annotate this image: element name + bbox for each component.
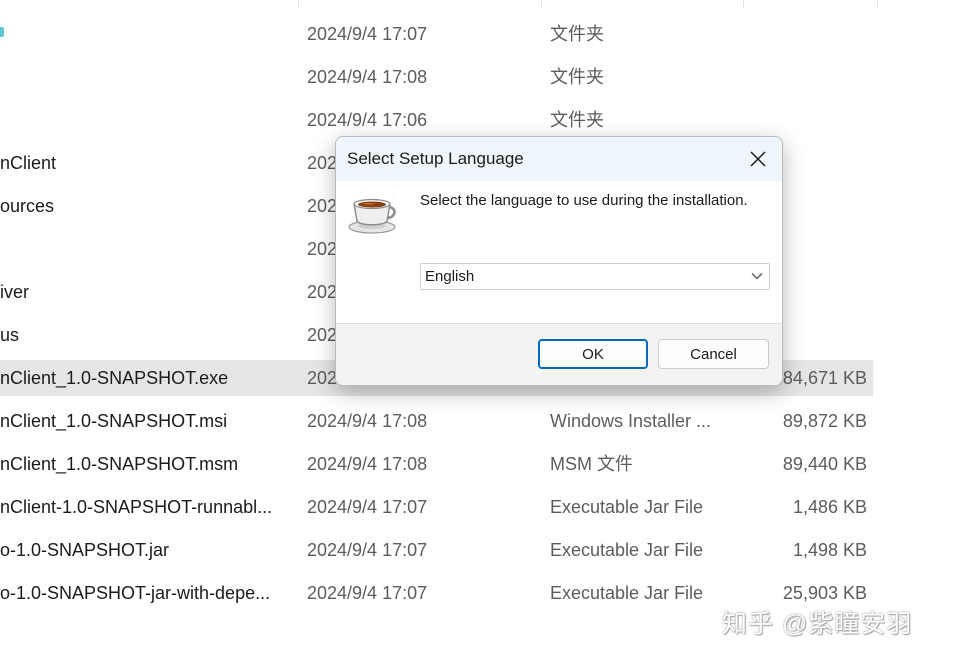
language-select-value: English: [425, 268, 475, 285]
file-type: MSM 文件: [550, 454, 633, 474]
file-name: us: [0, 325, 20, 345]
setup-teacup-icon: [348, 198, 396, 234]
select-setup-language-dialog: Select Setup Language Select the languag…: [335, 136, 783, 386]
file-name: nClient_1.0-SNAPSHOT.exe: [0, 368, 229, 388]
file-type: Executable Jar File: [550, 583, 704, 603]
file-row[interactable]: 2024/9/4 17:08 文件夹: [0, 59, 873, 95]
file-size: 84,671 KB: [782, 368, 867, 388]
dialog-title: Select Setup Language: [347, 149, 524, 168]
file-type: 文件夹: [550, 24, 604, 44]
file-size: 1,498 KB: [792, 540, 867, 560]
file-row[interactable]: 2024/9/4 17:06 文件夹: [0, 102, 873, 138]
file-date: 2024/9/4 17:07: [307, 583, 428, 603]
file-date: 202: [307, 196, 338, 216]
close-button[interactable]: [740, 141, 776, 177]
file-date: 2024/9/4 17:08: [307, 67, 428, 87]
ok-button[interactable]: OK: [538, 339, 648, 369]
file-date: 2024/9/4 17:07: [307, 497, 428, 517]
column-separator[interactable]: [298, 0, 299, 8]
chevron-down-icon: [751, 273, 763, 280]
file-type: Executable Jar File: [550, 497, 704, 517]
file-type: Executable Jar File: [550, 540, 704, 560]
column-separator[interactable]: [541, 0, 542, 8]
file-name: nClient: [0, 153, 57, 173]
file-date: 202: [307, 282, 338, 302]
file-row[interactable]: nClient_1.0-SNAPSHOT.msi 2024/9/4 17:08 …: [0, 403, 873, 439]
file-name: ources: [0, 196, 55, 216]
column-separator[interactable]: [877, 0, 878, 8]
file-type: Windows Installer ...: [550, 411, 712, 431]
file-name: nClient_1.0-SNAPSHOT.msm: [0, 454, 239, 474]
file-size: 89,440 KB: [782, 454, 867, 474]
file-date: 2024/9/4 17:08: [307, 454, 428, 474]
file-row[interactable]: 2024/9/4 17:07 文件夹: [0, 16, 873, 52]
file-row[interactable]: nClient-1.0-SNAPSHOT-runnabl... 2024/9/4…: [0, 489, 873, 525]
file-date: 202: [307, 325, 338, 345]
file-name: iver: [0, 282, 30, 302]
file-date: 202: [307, 239, 338, 259]
file-name: nClient_1.0-SNAPSHOT.msi: [0, 411, 228, 431]
file-name: o-1.0-SNAPSHOT-jar-with-depe...: [0, 583, 271, 603]
file-date: 202: [307, 153, 338, 173]
file-date: 2024/9/4 17:08: [307, 411, 428, 431]
file-type: 文件夹: [550, 67, 604, 87]
dialog-titlebar[interactable]: Select Setup Language: [336, 137, 782, 181]
language-select[interactable]: English: [420, 263, 770, 290]
file-date: 2024/9/4 17:07: [307, 540, 428, 560]
column-separator[interactable]: [743, 0, 744, 8]
close-icon: [750, 151, 766, 167]
file-row[interactable]: o-1.0-SNAPSHOT.jar 2024/9/4 17:07 Execut…: [0, 532, 873, 568]
file-name: o-1.0-SNAPSHOT.jar: [0, 540, 170, 560]
file-date: 2024/9/4 17:07: [307, 24, 428, 44]
file-row[interactable]: nClient_1.0-SNAPSHOT.msm 2024/9/4 17:08 …: [0, 446, 873, 482]
file-size: 89,872 KB: [782, 411, 867, 431]
file-type: 文件夹: [550, 110, 604, 130]
file-size: 1,486 KB: [792, 497, 867, 517]
cancel-button[interactable]: Cancel: [658, 339, 769, 369]
dialog-footer: OK Cancel: [336, 324, 782, 385]
file-date: 2024/9/4 17:06: [307, 110, 428, 130]
dialog-prompt: Select the language to use during the in…: [420, 192, 748, 209]
watermark: 知乎 @紫瞳安羽: [722, 610, 913, 638]
file-name: nClient-1.0-SNAPSHOT-runnabl...: [0, 497, 273, 517]
